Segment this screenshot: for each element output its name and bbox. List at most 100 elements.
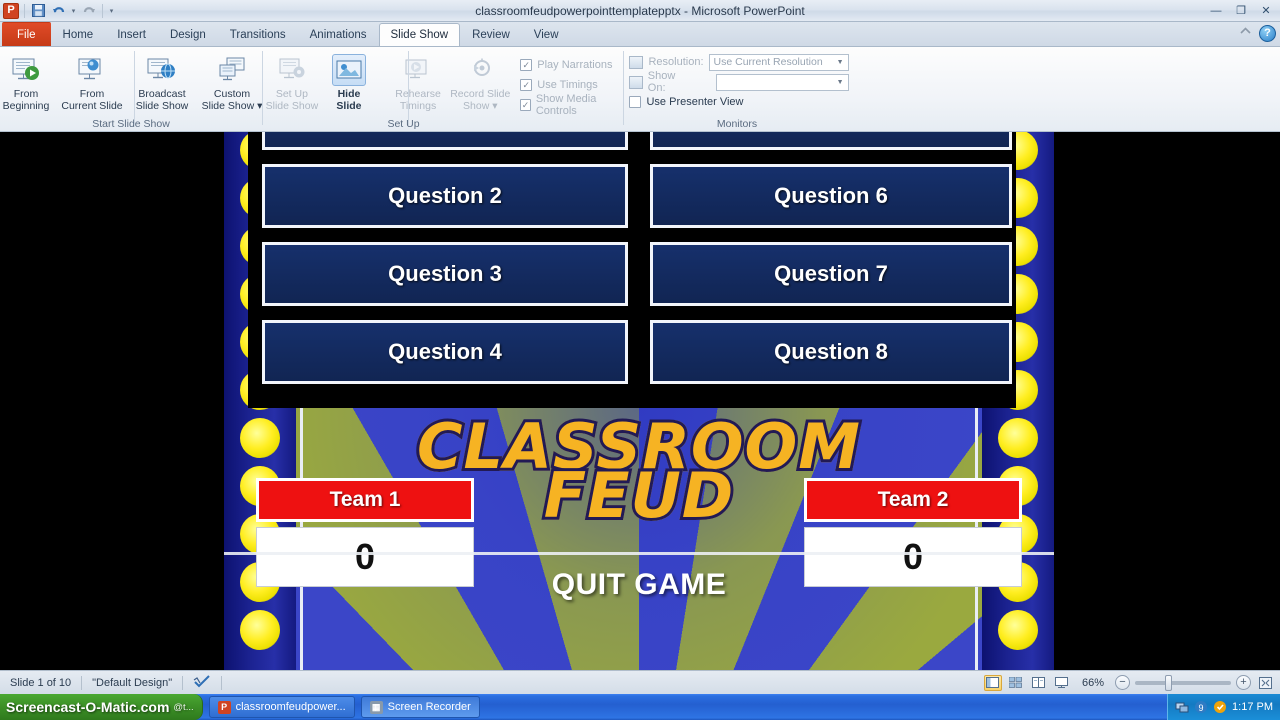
show-on-row: Show On: ▼ xyxy=(629,70,849,94)
ribbon-group-set-up: Set Up Slide Show Hide Slide Rehearse Ti… xyxy=(266,47,621,131)
divider xyxy=(24,3,25,18)
hide-slide-label-1: Hide xyxy=(337,88,361,100)
divider xyxy=(134,51,135,125)
slide-counter[interactable]: Slide 1 of 10 xyxy=(0,677,81,689)
slide-show-button[interactable] xyxy=(1053,675,1071,691)
tab-slide-show[interactable]: Slide Show xyxy=(378,23,461,46)
screen-tear-artifact xyxy=(224,552,1054,555)
slide-sorter-button[interactable] xyxy=(1007,675,1025,691)
help-button[interactable]: ? xyxy=(1259,24,1276,42)
ribbon-controls: ? xyxy=(1238,24,1276,42)
zoom-slider-handle[interactable] xyxy=(1165,674,1172,691)
tab-file[interactable]: File xyxy=(2,22,51,46)
question-3-button[interactable]: Question 3 xyxy=(262,242,628,306)
light-bulb xyxy=(240,610,280,650)
theme-name[interactable]: "Default Design" xyxy=(82,677,182,689)
checkbox-icon: ✓ xyxy=(520,99,531,111)
tray-clock[interactable]: 1:17 PM xyxy=(1232,701,1273,713)
set-up-label-2: Slide Show xyxy=(265,99,319,112)
taskbar-item-powerpoint[interactable]: P classroomfeudpower... xyxy=(208,696,355,718)
set-up-slide-show-button[interactable]: Set Up Slide Show xyxy=(262,50,323,112)
undo-icon[interactable] xyxy=(50,2,67,19)
tab-insert[interactable]: Insert xyxy=(105,23,158,46)
status-bar-right: 66% − + xyxy=(983,674,1274,691)
custom-label-1: Custom xyxy=(213,88,251,100)
rehearse-timings-button[interactable]: Rehearse Timings xyxy=(388,50,449,112)
taskbar-item-label: Screen Recorder xyxy=(387,701,471,713)
tab-review[interactable]: Review xyxy=(460,23,522,46)
spellcheck-icon[interactable] xyxy=(183,674,221,691)
redo-icon[interactable] xyxy=(80,2,97,19)
divider xyxy=(408,51,409,125)
custom-slide-show-button[interactable]: Custom Slide Show ▾ xyxy=(197,50,267,112)
tab-animations[interactable]: Animations xyxy=(298,23,379,46)
network-icon[interactable] xyxy=(1175,700,1189,714)
chevron-down-icon: ▼ xyxy=(836,58,844,66)
fit-slide-to-window-icon[interactable] xyxy=(1256,675,1274,691)
slide-canvas[interactable]: Question 1 Question 2 Question 3 Questio… xyxy=(224,132,1054,670)
record-slide-show-button[interactable]: Record Slide Show ▾ xyxy=(448,50,512,112)
group-title-set-up: Set Up xyxy=(387,118,420,130)
restore-button[interactable]: ❐ xyxy=(1229,2,1253,19)
divider xyxy=(102,3,103,18)
from-current-slide-button[interactable]: From Current Slide xyxy=(57,50,127,112)
hide-slide-button[interactable]: Hide Slide xyxy=(322,50,376,112)
powerpoint-icon: P xyxy=(217,700,231,714)
question-4-button[interactable]: Question 4 xyxy=(262,320,628,384)
use-presenter-view-checkbox[interactable]: Use Presenter View xyxy=(629,92,744,112)
show-on-icon xyxy=(629,75,643,89)
tab-view[interactable]: View xyxy=(522,23,571,46)
close-button[interactable]: ✕ xyxy=(1254,2,1278,19)
light-bulb xyxy=(998,610,1038,650)
save-icon[interactable] xyxy=(30,2,47,19)
ribbon-group-start-slide-show: From Beginning From Current Slide Broadc… xyxy=(0,47,262,131)
updates-icon[interactable] xyxy=(1213,700,1227,714)
taskbar-item-screen-recorder[interactable]: ▦ Screen Recorder xyxy=(360,696,480,718)
team-2-name[interactable]: Team 2 xyxy=(804,478,1022,522)
question-2-button[interactable]: Question 2 xyxy=(262,164,628,228)
messenger-icon[interactable]: 9 xyxy=(1194,700,1208,714)
tab-home[interactable]: Home xyxy=(51,23,106,46)
collapse-ribbon-icon[interactable] xyxy=(1238,24,1253,42)
powerpoint-icon[interactable]: P xyxy=(3,2,19,19)
set-up-slide-show-icon xyxy=(275,54,309,86)
zoom-level[interactable]: 66% xyxy=(1076,677,1110,689)
record-label-1: Record Slide xyxy=(450,88,511,100)
question-1-button[interactable]: Question 1 xyxy=(262,132,628,150)
question-8-button[interactable]: Question 8 xyxy=(650,320,1012,384)
rehearse-label-1: Rehearse xyxy=(395,88,441,100)
title-bar: P ▾ ▾ classroomfeudpowerpointtemplateppt… xyxy=(0,0,1280,22)
reading-view-button[interactable] xyxy=(1030,675,1048,691)
quit-game-button[interactable]: QUIT GAME xyxy=(224,568,1054,602)
taskbar: Screencast-O-Matic.com @t... P classroom… xyxy=(0,694,1280,720)
from-beginning-button[interactable]: From Beginning xyxy=(0,50,57,112)
zoom-in-button[interactable]: + xyxy=(1236,675,1251,690)
broadcast-slide-show-button[interactable]: Broadcast Slide Show xyxy=(127,50,197,112)
zoom-slider[interactable] xyxy=(1135,674,1231,691)
team-1-name[interactable]: Team 1 xyxy=(256,478,474,522)
question-6-button[interactable]: Question 6 xyxy=(650,164,1012,228)
minimize-button[interactable]: — xyxy=(1204,2,1228,19)
slide-workspace: Question 1 Question 2 Question 3 Questio… xyxy=(0,132,1280,670)
tab-design[interactable]: Design xyxy=(158,23,218,46)
customize-qat-caret[interactable]: ▾ xyxy=(108,7,115,15)
question-7-button[interactable]: Question 7 xyxy=(650,242,1012,306)
zoom-out-button[interactable]: − xyxy=(1115,675,1130,690)
divider xyxy=(623,51,624,125)
show-media-controls-checkbox[interactable]: ✓ Show Media Controls xyxy=(520,93,625,117)
taskbar-item-label: classroomfeudpower... xyxy=(235,701,346,713)
resolution-icon xyxy=(629,55,644,69)
ribbon-tabs: File Home Insert Design Transitions Anim… xyxy=(0,22,1280,47)
use-timings-checkbox[interactable]: ✓ Use Timings xyxy=(520,75,625,95)
from-beginning-label-1: From xyxy=(13,88,39,100)
play-narrations-checkbox[interactable]: ✓ Play Narrations xyxy=(520,55,625,75)
tab-transitions[interactable]: Transitions xyxy=(218,23,298,46)
start-button[interactable]: Screencast-O-Matic.com @t... xyxy=(0,694,203,720)
start-label: Screencast-O-Matic.com xyxy=(6,699,170,715)
status-bar: Slide 1 of 10 "Default Design" 66% − + xyxy=(0,670,1280,694)
question-5-button[interactable]: Question 5 xyxy=(650,132,1012,150)
normal-view-button[interactable] xyxy=(983,674,1002,691)
undo-dropdown-caret[interactable]: ▾ xyxy=(70,7,77,15)
show-on-combobox[interactable]: ▼ xyxy=(716,73,849,91)
resolution-combobox[interactable]: Use Current Resolution ▼ xyxy=(708,53,849,71)
